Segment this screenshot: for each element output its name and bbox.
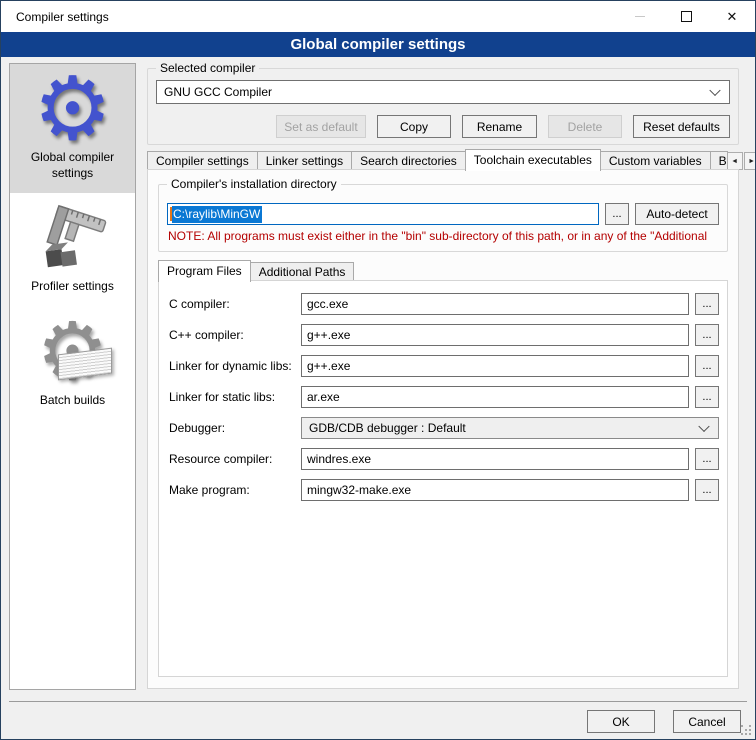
minimize-button[interactable] — [617, 1, 663, 32]
field-row-cpp-compiler: C++ compiler: ... — [169, 324, 719, 346]
set-as-default-button[interactable]: Set as default — [276, 115, 366, 138]
sidebar-item-profiler-settings[interactable]: Profiler settings — [10, 193, 135, 307]
delete-button[interactable]: Delete — [548, 115, 622, 138]
make-program-input[interactable] — [301, 479, 689, 501]
dialog-header: Global compiler settings — [1, 32, 755, 57]
window-title: Compiler settings — [1, 10, 109, 24]
rename-button[interactable]: Rename — [462, 115, 537, 138]
debugger-select[interactable]: GDB/CDB debugger : Default — [301, 417, 719, 439]
resource-compiler-label: Resource compiler: — [169, 452, 301, 466]
cancel-button[interactable]: Cancel — [673, 710, 741, 733]
bin-subdirectory-note: NOTE: All programs must exist either in … — [168, 229, 719, 243]
settings-category-list: ⚙ Global compiler settings — [9, 63, 136, 690]
toolchain-executables-page: Compiler's installation directory C:\ray… — [147, 169, 739, 689]
close-button[interactable]: ✕ — [709, 1, 755, 32]
tab-scroll-left-button[interactable]: ◄ — [727, 152, 743, 170]
field-row-debugger: Debugger: GDB/CDB debugger : Default — [169, 417, 719, 439]
cpp-compiler-input[interactable] — [301, 324, 689, 346]
field-row-static-linker: Linker for static libs: ... — [169, 386, 719, 408]
compiler-settings-dialog: Compiler settings ✕ Global compiler sett… — [0, 0, 756, 740]
gear-icon: ⚙ — [36, 72, 110, 146]
program-files-page: C compiler: ... C++ compiler: ... Linker… — [158, 280, 728, 677]
program-files-tab-strip: Program Files Additional Paths — [158, 259, 353, 281]
installation-directory-browse-button[interactable]: ... — [605, 203, 629, 225]
resource-compiler-browse-button[interactable]: ... — [695, 448, 719, 470]
tab-scroll-right-button[interactable]: ► — [744, 152, 756, 170]
installation-directory-group: Compiler's installation directory C:\ray… — [158, 184, 728, 252]
tab-additional-paths[interactable]: Additional Paths — [250, 262, 355, 281]
resize-grip[interactable] — [741, 725, 751, 735]
compiler-buttons-row: Set as default Copy Rename Delete Reset … — [156, 115, 730, 138]
footer-divider — [9, 701, 747, 702]
dynamic-linker-label: Linker for dynamic libs: — [169, 359, 301, 373]
sidebar-item-batch-builds[interactable]: ⚙ Batch builds — [10, 307, 135, 421]
dynamic-linker-browse-button[interactable]: ... — [695, 355, 719, 377]
cpp-compiler-browse-button[interactable]: ... — [695, 324, 719, 346]
c-compiler-input[interactable] — [301, 293, 689, 315]
resource-compiler-input[interactable] — [301, 448, 689, 470]
copy-button[interactable]: Copy — [377, 115, 451, 138]
field-row-resource-compiler: Resource compiler: ... — [169, 448, 719, 470]
tab-scroll-buttons: ◄ ► — [727, 152, 756, 170]
batch-builds-icon: ⚙ — [36, 315, 110, 389]
installation-directory-row: C:\raylib\MinGW ... Auto-detect — [167, 203, 719, 225]
chevron-down-icon — [709, 85, 720, 96]
tab-compiler-settings[interactable]: Compiler settings — [147, 151, 258, 170]
installation-directory-value: C:\raylib\MinGW — [172, 206, 262, 223]
tab-build-options[interactable]: Build options — [710, 151, 728, 170]
debugger-select-value: GDB/CDB debugger : Default — [309, 421, 466, 435]
static-linker-label: Linker for static libs: — [169, 390, 301, 404]
make-program-browse-button[interactable]: ... — [695, 479, 719, 501]
installation-directory-input[interactable]: C:\raylib\MinGW — [167, 203, 599, 225]
tab-toolchain-executables[interactable]: Toolchain executables — [465, 149, 601, 171]
tab-custom-variables[interactable]: Custom variables — [600, 151, 711, 170]
close-icon: ✕ — [727, 10, 738, 23]
window-controls: ✕ — [617, 1, 755, 32]
compiler-select-value: GNU GCC Compiler — [164, 85, 272, 99]
static-linker-input[interactable] — [301, 386, 689, 408]
minimize-icon — [635, 16, 645, 17]
cpp-compiler-label: C++ compiler: — [169, 328, 301, 342]
maximize-button[interactable] — [663, 1, 709, 32]
compiler-select[interactable]: GNU GCC Compiler — [156, 80, 730, 104]
title-bar: Compiler settings ✕ — [1, 1, 755, 32]
c-compiler-browse-button[interactable]: ... — [695, 293, 719, 315]
dynamic-linker-input[interactable] — [301, 355, 689, 377]
selected-compiler-legend: Selected compiler — [156, 61, 259, 75]
field-row-dynamic-linker: Linker for dynamic libs: ... — [169, 355, 719, 377]
static-linker-browse-button[interactable]: ... — [695, 386, 719, 408]
reset-defaults-button[interactable]: Reset defaults — [633, 115, 730, 138]
maximize-icon — [681, 11, 692, 22]
settings-tab-strip: Compiler settings Linker settings Search… — [147, 148, 739, 170]
dialog-header-title: Global compiler settings — [290, 36, 465, 53]
c-compiler-label: C compiler: — [169, 297, 301, 311]
tab-linker-settings[interactable]: Linker settings — [257, 151, 352, 170]
chevron-down-icon — [698, 421, 709, 432]
tab-search-directories[interactable]: Search directories — [351, 151, 466, 170]
sidebar-item-global-compiler-settings[interactable]: ⚙ Global compiler settings — [10, 64, 135, 193]
installation-directory-legend: Compiler's installation directory — [167, 177, 341, 191]
caliper-icon — [36, 201, 110, 275]
ok-button[interactable]: OK — [587, 710, 655, 733]
field-row-c-compiler: C compiler: ... — [169, 293, 719, 315]
field-row-make-program: Make program: ... — [169, 479, 719, 501]
debugger-label: Debugger: — [169, 421, 301, 435]
auto-detect-button[interactable]: Auto-detect — [635, 203, 719, 225]
selected-compiler-group: Selected compiler GNU GCC Compiler Set a… — [147, 68, 739, 145]
sidebar-item-label: Profiler settings — [31, 279, 114, 295]
tab-program-files[interactable]: Program Files — [158, 260, 251, 282]
make-program-label: Make program: — [169, 483, 301, 497]
